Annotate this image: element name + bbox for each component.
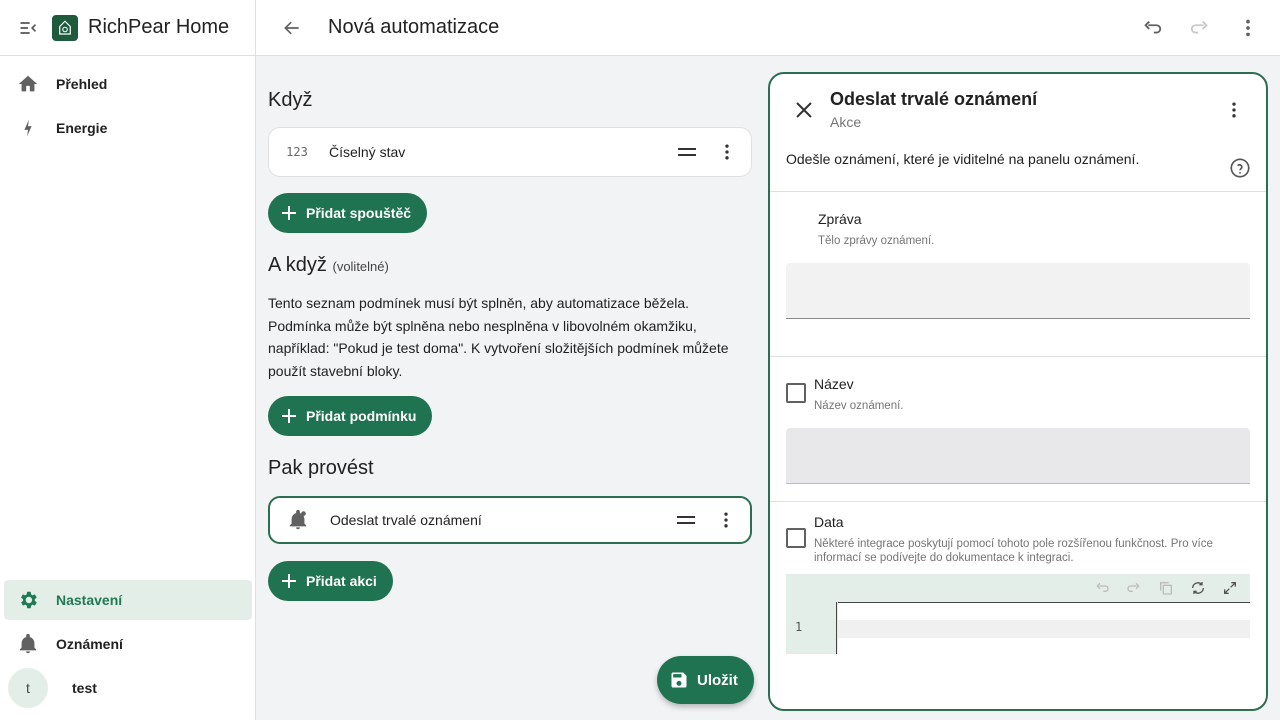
triggers-heading: Když — [268, 89, 313, 111]
trigger-label: Číselný stav — [329, 144, 406, 160]
help-icon[interactable] — [1228, 156, 1252, 180]
sidebar: RichPear Home Přehled Energie Nastavení … — [0, 0, 256, 720]
actions-heading: Pak provést — [268, 457, 374, 479]
drag-handle-icon[interactable] — [674, 508, 698, 532]
message-label: Zpráva — [818, 211, 862, 227]
sidebar-item-label: Energie — [56, 120, 108, 136]
divider — [770, 501, 1266, 502]
sidebar-header: RichPear Home — [0, 0, 255, 56]
redo-icon[interactable] — [1122, 578, 1146, 598]
conditions-title: A když — [268, 254, 327, 276]
editor-active-line[interactable] — [838, 620, 1250, 638]
user-name: test — [72, 680, 97, 696]
plus-icon — [280, 572, 298, 590]
message-help: Tělo zprávy oznámení. — [818, 235, 935, 247]
sidebar-item-label: Přehled — [56, 76, 108, 92]
bell-icon — [16, 632, 40, 656]
more-vertical-icon[interactable] — [714, 508, 738, 532]
title-help: Název oznámení. — [814, 400, 904, 412]
line-number: 1 — [795, 620, 803, 634]
sidebar-item-settings[interactable]: Nastavení — [4, 580, 252, 620]
editor-toolbar — [786, 574, 1250, 602]
action-label: Odeslat trvalé oznámení — [330, 512, 482, 528]
add-condition-button[interactable]: Přidat podmínku — [268, 396, 433, 436]
page-title: Nová automatizace — [328, 16, 500, 38]
copy-icon[interactable] — [1154, 578, 1178, 598]
sidebar-item-notifications[interactable]: Oznámení — [4, 624, 252, 664]
conditions-heading: A když (volitelné) — [268, 254, 389, 277]
redo-icon[interactable] — [1188, 16, 1212, 40]
code-editor[interactable]: 1 — [786, 574, 1250, 654]
panel-subtitle: Akce — [830, 114, 862, 130]
lightning-icon — [16, 116, 40, 140]
panel-description: Odešle oznámení, které je viditelné na p… — [786, 151, 1140, 167]
sidebar-item-label: Oznámení — [56, 636, 123, 652]
add-trigger-label: Přidat spouštěč — [306, 205, 412, 221]
action-detail-panel: Odeslat trvalé oznámení Akce Odešle ozná… — [768, 72, 1268, 711]
divider — [770, 191, 1266, 192]
conditions-description: Tento seznam podmínek musí být splněn, a… — [268, 295, 729, 379]
data-help: Některé integrace poskytují pomocí tohot… — [814, 538, 1213, 564]
sidebar-item-user[interactable]: t test — [4, 668, 252, 708]
editor-border — [838, 602, 1250, 603]
data-label: Data — [814, 514, 844, 530]
undo-icon[interactable] — [1090, 578, 1114, 598]
plus-icon — [280, 407, 298, 425]
numeric-icon: 123 — [286, 145, 308, 159]
editor-border — [836, 602, 837, 654]
plus-icon — [280, 204, 298, 222]
app-logo-icon — [52, 14, 78, 41]
message-input[interactable] — [786, 263, 1250, 319]
app-title: RichPear Home — [88, 16, 230, 38]
top-bar: Nová automatizace — [256, 0, 1280, 56]
title-input[interactable] — [786, 428, 1250, 484]
title-label: Název — [814, 376, 854, 392]
trigger-row[interactable]: 123 Číselný stav — [268, 127, 752, 177]
gear-icon — [16, 588, 40, 612]
sidebar-item-label: Nastavení — [56, 592, 123, 608]
toolbar-actions — [1140, 16, 1260, 40]
close-icon[interactable] — [792, 98, 816, 122]
more-vertical-icon[interactable] — [1236, 16, 1260, 40]
title-checkbox[interactable] — [786, 383, 806, 403]
menu-collapse-icon[interactable] — [16, 16, 40, 40]
save-icon — [669, 670, 689, 690]
add-action-label: Přidat akci — [306, 573, 377, 589]
home-icon — [16, 72, 40, 96]
add-action-button[interactable]: Přidat akci — [268, 561, 393, 601]
panel-title: Odeslat trvalé oznámení — [830, 89, 1038, 109]
sidebar-item-overview[interactable]: Přehled — [4, 64, 252, 104]
back-arrow-icon[interactable] — [280, 16, 304, 40]
data-checkbox[interactable] — [786, 528, 806, 548]
wrap-icon[interactable] — [1186, 578, 1210, 598]
editor-gutter: 1 — [786, 602, 838, 654]
more-vertical-icon[interactable] — [715, 140, 739, 164]
divider — [770, 356, 1266, 357]
fullscreen-icon[interactable] — [1218, 578, 1242, 598]
avatar: t — [8, 668, 48, 708]
action-row[interactable]: Odeslat trvalé oznámení — [268, 496, 752, 544]
add-condition-label: Přidat podmínku — [306, 408, 417, 424]
save-label: Uložit — [697, 671, 738, 689]
save-button[interactable]: Uložit — [657, 656, 754, 704]
more-vertical-icon[interactable] — [1222, 98, 1246, 122]
undo-icon[interactable] — [1140, 16, 1164, 40]
add-trigger-button[interactable]: Přidat spouštěč — [268, 193, 428, 233]
bell-alert-icon — [284, 509, 312, 531]
drag-handle-icon[interactable] — [675, 140, 699, 164]
optional-label: (volitelné) — [332, 259, 389, 274]
sidebar-item-energy[interactable]: Energie — [4, 108, 252, 148]
